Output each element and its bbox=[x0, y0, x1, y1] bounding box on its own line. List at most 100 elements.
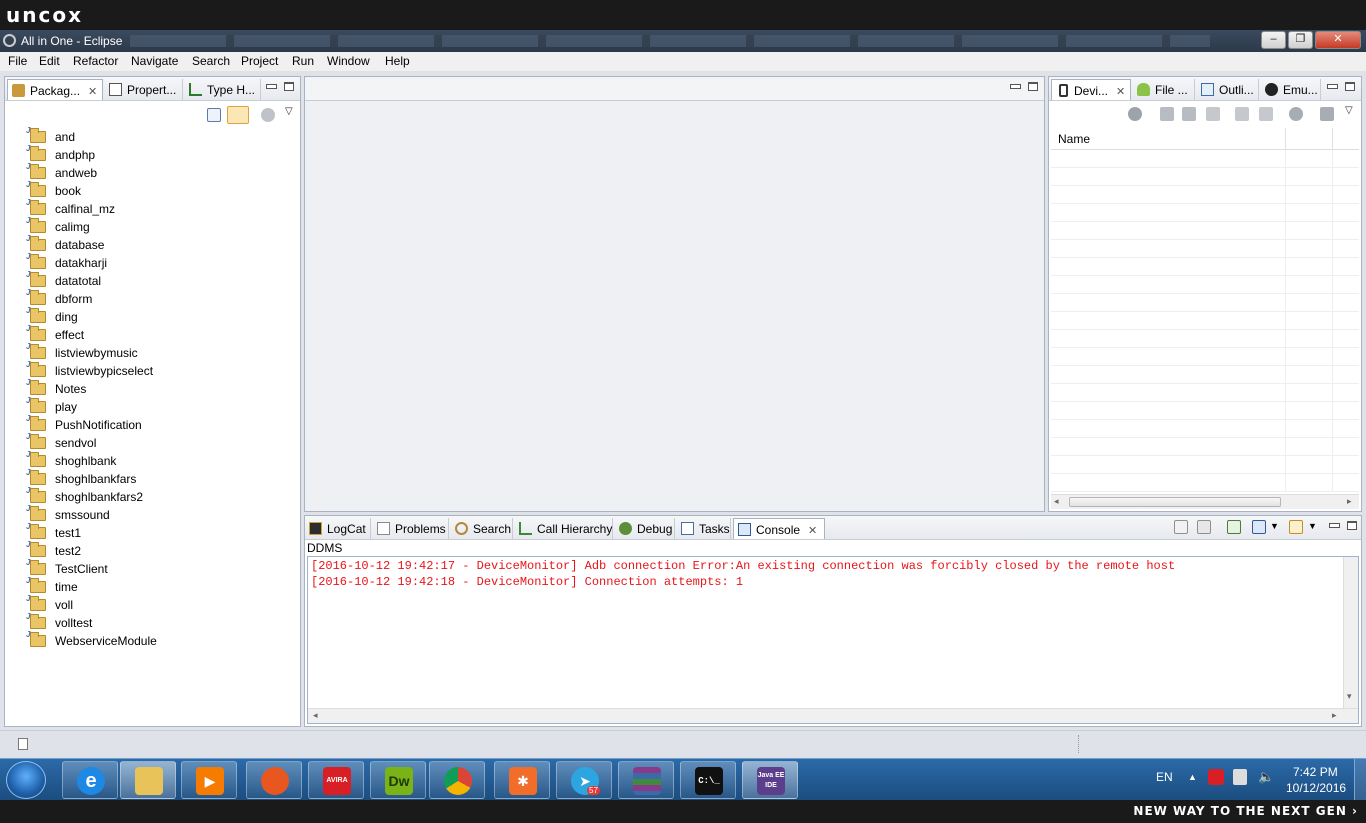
show-desktop-button[interactable] bbox=[1354, 759, 1366, 801]
minimize-button[interactable]: – bbox=[1261, 31, 1286, 49]
taskbar-xampp[interactable]: ✱ bbox=[494, 761, 550, 799]
tab-properties[interactable]: Propert... bbox=[105, 79, 183, 100]
start-method-profiling-icon[interactable] bbox=[1259, 107, 1273, 121]
network-icon[interactable] bbox=[1233, 769, 1247, 785]
link-with-editor-icon[interactable] bbox=[227, 106, 249, 124]
java-ee-ide-icon: Java EE IDE bbox=[757, 767, 785, 795]
update-heap-icon[interactable] bbox=[1160, 107, 1174, 121]
stop-process-icon[interactable] bbox=[1289, 107, 1303, 121]
tab-search[interactable]: Search bbox=[451, 518, 513, 539]
menu-refactor[interactable]: Refactor bbox=[73, 54, 118, 68]
window-title-bar[interactable]: All in One - Eclipse – ❐ ✕ bbox=[0, 30, 1366, 52]
scroll-right-icon[interactable]: ▸ bbox=[1332, 710, 1337, 721]
maximize-view-icon[interactable] bbox=[1347, 521, 1357, 530]
tab-file-explorer[interactable]: File ... bbox=[1133, 79, 1195, 100]
menu-run[interactable]: Run bbox=[292, 54, 314, 68]
tab-label: Type H... bbox=[207, 83, 256, 97]
update-threads-icon[interactable] bbox=[1235, 107, 1249, 121]
menu-navigate[interactable]: Navigate bbox=[131, 54, 178, 68]
scrollbar-thumb[interactable] bbox=[1069, 497, 1281, 507]
scroll-lock-icon[interactable] bbox=[1197, 520, 1211, 534]
menu-project[interactable]: Project bbox=[241, 54, 278, 68]
volume-icon[interactable]: 🔈 bbox=[1258, 769, 1274, 785]
cause-gc-icon[interactable] bbox=[1206, 107, 1220, 121]
tab-console[interactable]: Console ✕ bbox=[733, 518, 825, 539]
dump-hprof-icon[interactable] bbox=[1182, 107, 1196, 121]
column-divider[interactable] bbox=[1332, 128, 1333, 150]
chevron-down-icon[interactable]: ▼ bbox=[1308, 521, 1317, 531]
restore-button[interactable]: ❐ bbox=[1288, 31, 1313, 49]
scroll-down-icon[interactable]: ▾ bbox=[1347, 691, 1352, 702]
taskbar-dreamweaver[interactable]: Dw bbox=[370, 761, 426, 799]
console-output[interactable]: [2016-10-12 19:42:17 - DeviceMonitor] Ad… bbox=[307, 556, 1359, 724]
column-name[interactable]: Name bbox=[1058, 132, 1090, 146]
close-button[interactable]: ✕ bbox=[1315, 31, 1361, 49]
taskbar-internet-explorer[interactable]: e bbox=[62, 761, 118, 799]
taskbar-chrome[interactable] bbox=[429, 761, 485, 799]
tab-logcat[interactable]: LogCat bbox=[305, 518, 371, 539]
tab-debug[interactable]: Debug bbox=[615, 518, 675, 539]
minimize-view-icon[interactable] bbox=[1327, 82, 1338, 91]
clock-date[interactable]: 10/12/2016 bbox=[1286, 781, 1346, 795]
menu-window[interactable]: Window bbox=[327, 54, 370, 68]
device-table-body[interactable] bbox=[1051, 150, 1359, 492]
close-tab-icon[interactable]: ✕ bbox=[88, 86, 97, 98]
tab-outline[interactable]: Outli... bbox=[1197, 79, 1259, 100]
taskbar-java-ee-ide[interactable]: Java EE IDE bbox=[742, 761, 798, 799]
tab-type-hierarchy[interactable]: Type H... bbox=[185, 79, 261, 100]
taskbar-media-player[interactable]: ▶ bbox=[181, 761, 237, 799]
open-console-icon[interactable] bbox=[1289, 520, 1303, 534]
chevron-down-icon[interactable]: ▼ bbox=[1270, 521, 1279, 531]
taskbar-file-explorer[interactable] bbox=[120, 761, 176, 799]
tab-problems[interactable]: Problems bbox=[373, 518, 449, 539]
close-tab-icon[interactable]: ✕ bbox=[1116, 86, 1125, 98]
taskbar-command-prompt[interactable]: C:\_ bbox=[680, 761, 736, 799]
collapse-all-icon[interactable] bbox=[207, 108, 221, 122]
screen-capture-icon[interactable] bbox=[1320, 107, 1334, 121]
scroll-left-icon[interactable]: ◂ bbox=[313, 710, 318, 721]
chevron-down-icon[interactable]: ▽ bbox=[285, 106, 293, 117]
scroll-left-icon[interactable]: ◂ bbox=[1054, 496, 1059, 507]
language-indicator[interactable]: EN bbox=[1156, 770, 1173, 784]
menu-search[interactable]: Search bbox=[192, 54, 230, 68]
column-divider[interactable] bbox=[1285, 128, 1286, 150]
editor-area[interactable] bbox=[304, 76, 1045, 512]
menu-file[interactable]: File bbox=[8, 54, 27, 68]
tab-package-explorer[interactable]: Packag... ✕ bbox=[7, 79, 103, 100]
clear-console-icon[interactable] bbox=[1174, 520, 1188, 534]
java-project-icon bbox=[26, 468, 46, 485]
maximize-view-icon[interactable] bbox=[284, 82, 294, 91]
menu-edit[interactable]: Edit bbox=[39, 54, 60, 68]
maximize-view-icon[interactable] bbox=[1345, 82, 1355, 91]
taskbar-firefox[interactable] bbox=[246, 761, 302, 799]
taskbar-avira[interactable]: AVIRA bbox=[308, 761, 364, 799]
tab-tasks[interactable]: Tasks bbox=[677, 518, 731, 539]
view-menu-icon[interactable] bbox=[261, 108, 275, 122]
minimize-view-icon[interactable] bbox=[1329, 521, 1340, 530]
tab-call-hierarchy[interactable]: Call Hierarchy bbox=[515, 518, 613, 539]
fast-view-icon[interactable] bbox=[18, 738, 28, 750]
maximize-editor-icon[interactable] bbox=[1028, 82, 1038, 91]
vertical-scrollbar[interactable]: ▾ bbox=[1343, 557, 1358, 709]
show-hidden-icons[interactable]: ▲ bbox=[1188, 772, 1197, 782]
start-button[interactable] bbox=[6, 761, 46, 799]
avira-tray-icon[interactable] bbox=[1208, 769, 1224, 785]
display-console-icon[interactable] bbox=[1252, 520, 1266, 534]
debug-process-icon[interactable] bbox=[1128, 107, 1142, 121]
chevron-down-icon[interactable]: ▽ bbox=[1345, 105, 1353, 116]
horizontal-scrollbar[interactable]: ◂ ▸ bbox=[1051, 494, 1359, 509]
pin-console-icon[interactable] bbox=[1227, 520, 1241, 534]
horizontal-scrollbar[interactable]: ◂ ▸ bbox=[308, 708, 1358, 723]
clock-time[interactable]: 7:42 PM bbox=[1293, 765, 1338, 779]
close-tab-icon[interactable]: ✕ bbox=[808, 525, 817, 537]
notification-badge: 57 bbox=[587, 786, 600, 795]
tab-emulator-control[interactable]: Emu... bbox=[1261, 79, 1321, 100]
menu-help[interactable]: Help bbox=[385, 54, 410, 68]
project-name: sendvol bbox=[55, 436, 97, 450]
minimize-editor-icon[interactable] bbox=[1010, 82, 1021, 91]
scroll-right-icon[interactable]: ▸ bbox=[1347, 496, 1352, 507]
taskbar-winrar[interactable] bbox=[618, 761, 674, 799]
minimize-view-icon[interactable] bbox=[266, 82, 277, 91]
taskbar-telegram[interactable]: ➤ 57 bbox=[556, 761, 612, 799]
tab-devices[interactable]: Devi... ✕ bbox=[1051, 79, 1131, 100]
